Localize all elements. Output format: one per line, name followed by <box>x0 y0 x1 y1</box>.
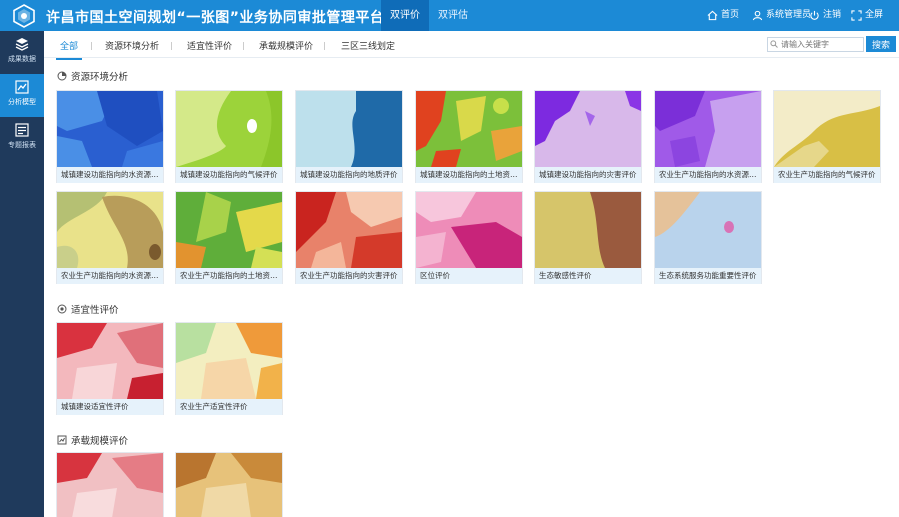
fullscreen-label: 全屏 <box>865 10 884 20</box>
sidebar-item-results[interactable]: 成果数据 <box>0 31 44 74</box>
model-card[interactable]: 城镇建设功能指向的土地资源评价 <box>415 90 523 183</box>
model-card[interactable]: 农业生产功能指向的灾害评价 <box>295 191 403 284</box>
model-card[interactable] <box>175 452 283 517</box>
filter-bar: 全部 资源环境分析 适宜性评价 承载规模评价 三区三线划定 搜索 <box>44 31 899 60</box>
model-card[interactable]: 城镇建设功能指向的气候评价 <box>175 90 283 183</box>
section-title-text: 承载规模评价 <box>71 436 129 447</box>
model-card-title: 农业生产功能指向的气候评价 <box>774 167 880 183</box>
target-icon <box>57 304 67 314</box>
filter-divider <box>91 42 92 50</box>
home-link[interactable]: 首页 <box>707 0 739 31</box>
map-thumbnail <box>296 91 402 167</box>
search-icon <box>770 40 778 48</box>
map-thumbnail <box>416 91 522 167</box>
user-icon <box>752 10 763 21</box>
model-card-title: 城镇建设功能指向的灾害评价 <box>535 167 641 183</box>
model-card-title: 城镇建设功能指向的地质评价 <box>296 167 402 183</box>
filter-tab-all[interactable]: 全部 <box>55 39 83 60</box>
layers-icon <box>15 38 29 51</box>
sidebar-item-label: 成果数据 <box>8 55 36 63</box>
app-header: 许昌市国土空间规划“一张图”业务协同审批管理平台 双评价 双评估 首页 系统管理… <box>0 0 899 31</box>
model-card[interactable]: 城镇建设功能指向的灾害评价 <box>534 90 642 183</box>
model-card[interactable]: 城镇建设功能指向的地质评价 <box>295 90 403 183</box>
section-title: 承载规模评价 <box>57 433 128 447</box>
sidebar-item-reports[interactable]: 专题报表 <box>0 117 44 160</box>
sidebar-item-label: 专题报表 <box>8 141 36 149</box>
model-card[interactable]: 区位评价 <box>415 191 523 284</box>
home-label: 首页 <box>721 10 740 20</box>
model-card-title: 区位评价 <box>416 268 522 284</box>
model-card[interactable]: 农业生产功能指向的气候评价 <box>773 90 881 183</box>
sidebar-item-label: 分析模型 <box>8 98 36 106</box>
search-input[interactable] <box>767 37 864 52</box>
map-thumbnail <box>774 91 880 167</box>
model-card[interactable]: 农业生产功能指向的水资源评价 <box>56 191 164 284</box>
model-card[interactable]: 农业生产适宜性评价 <box>175 322 283 415</box>
map-thumbnail <box>176 91 282 167</box>
map-thumbnail <box>176 192 282 268</box>
section-title-text: 资源环境分析 <box>71 72 129 83</box>
model-card[interactable]: 生态系统服务功能重要性评价 <box>654 191 762 284</box>
filter-tab-capacity[interactable]: 承载规模评价 <box>259 39 313 52</box>
power-icon <box>810 10 819 20</box>
fullscreen-link[interactable]: 全屏 <box>851 0 883 31</box>
model-card[interactable]: 生态敏感性评价 <box>534 191 642 284</box>
filter-tab-resource-analysis[interactable]: 资源环境分析 <box>105 39 159 52</box>
logout-label: 注销 <box>823 10 842 20</box>
scale-icon <box>57 435 67 445</box>
map-thumbnail <box>176 453 282 517</box>
map-thumbnail <box>176 323 282 399</box>
section-title: 资源环境分析 <box>57 69 128 83</box>
model-card-title: 城镇建设功能指向的水资源评价 <box>57 167 163 183</box>
user-menu[interactable]: 系统管理员 <box>752 0 811 31</box>
model-card[interactable]: 城镇建设适宜性评价 <box>56 322 164 415</box>
tab-double-evaluation[interactable]: 双评价 <box>381 0 429 31</box>
map-thumbnail <box>57 453 163 517</box>
map-thumbnail <box>416 192 522 268</box>
model-card[interactable]: 农业生产功能指向的水资源评价 <box>654 90 762 183</box>
model-card-title: 城镇建设适宜性评价 <box>57 399 163 415</box>
model-card[interactable] <box>56 452 164 517</box>
section-title: 适宜性评价 <box>57 302 119 316</box>
map-thumbnail <box>57 192 163 268</box>
filter-divider <box>171 42 172 50</box>
fullscreen-icon <box>851 10 862 21</box>
pie-chart-icon <box>57 71 67 81</box>
user-label: 系统管理员 <box>766 10 812 20</box>
model-card-title: 城镇建设功能指向的土地资源评价 <box>416 167 522 183</box>
filter-divider <box>243 42 244 50</box>
tab-double-assessment[interactable]: 双评估 <box>429 0 477 31</box>
map-thumbnail <box>57 323 163 399</box>
section-title-text: 适宜性评价 <box>71 305 119 316</box>
filter-tab-suitability[interactable]: 适宜性评价 <box>187 39 232 52</box>
map-thumbnail <box>535 91 641 167</box>
map-thumbnail <box>296 192 402 268</box>
model-card-title: 农业生产适宜性评价 <box>176 399 282 415</box>
logout-link[interactable]: 注销 <box>809 0 841 31</box>
app-title: 许昌市国土空间规划“一张图”业务协同审批管理平台 <box>46 10 385 26</box>
model-card-title: 城镇建设功能指向的气候评价 <box>176 167 282 183</box>
model-card[interactable]: 城镇建设功能指向的水资源评价 <box>56 90 164 183</box>
app-logo-icon <box>13 4 35 28</box>
model-card-title: 生态系统服务功能重要性评价 <box>655 268 761 284</box>
map-thumbnail <box>655 91 761 167</box>
map-thumbnail <box>655 192 761 268</box>
search-button[interactable]: 搜索 <box>866 36 896 52</box>
model-card-title: 农业生产功能指向的土地资源评价 <box>176 268 282 284</box>
sidebar: 成果数据 分析模型 专题报表 <box>0 31 44 517</box>
model-card-title: 农业生产功能指向的水资源评价 <box>57 268 163 284</box>
map-thumbnail <box>535 192 641 268</box>
map-thumbnail <box>57 91 163 167</box>
model-card[interactable]: 农业生产功能指向的土地资源评价 <box>175 191 283 284</box>
report-icon <box>15 123 29 137</box>
filter-divider <box>324 42 325 50</box>
filter-tab-three-zones[interactable]: 三区三线划定 <box>341 39 395 52</box>
model-card-title: 农业生产功能指向的灾害评价 <box>296 268 402 284</box>
home-icon <box>707 10 718 21</box>
chart-icon <box>15 80 29 94</box>
sidebar-item-analysis[interactable]: 分析模型 <box>0 74 44 117</box>
model-card-title: 农业生产功能指向的水资源评价 <box>655 167 761 183</box>
model-card-title: 生态敏感性评价 <box>535 268 641 284</box>
